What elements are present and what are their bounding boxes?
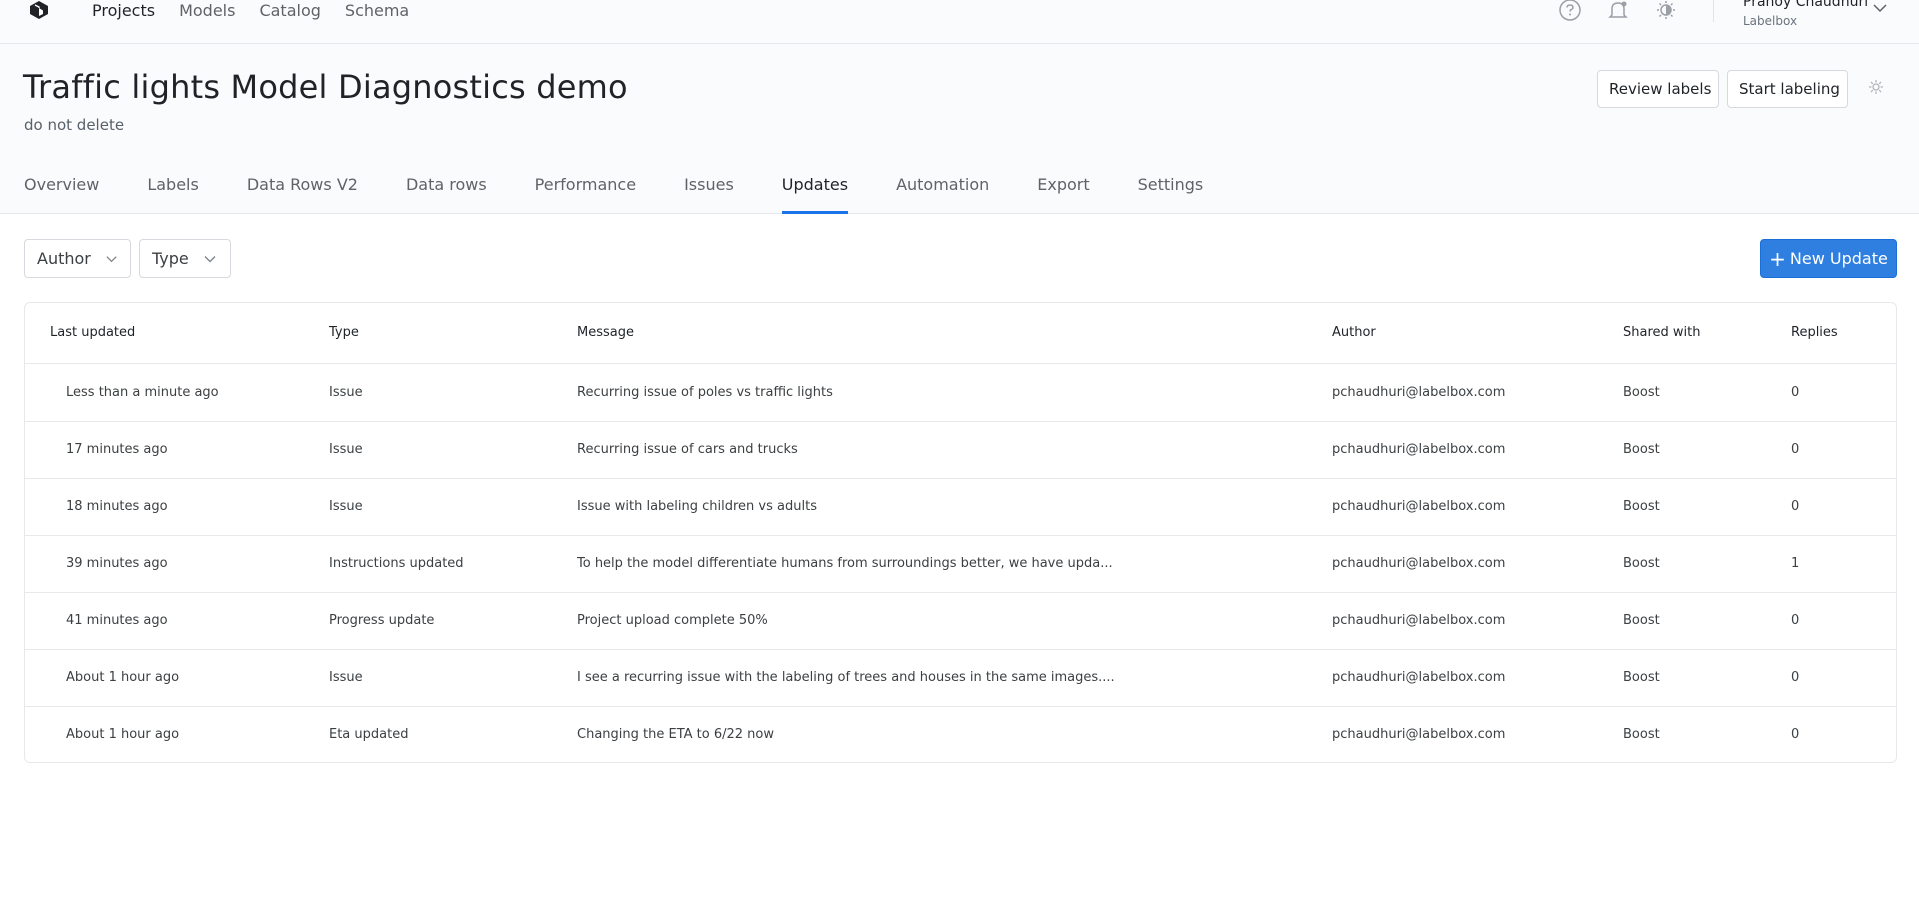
- type-filter-label: Type: [152, 249, 189, 268]
- column-header-message[interactable]: Message: [577, 325, 634, 340]
- table-header: Last updated Type Message Author Shared …: [25, 303, 1896, 364]
- cell-last-updated: About 1 hour ago: [66, 670, 180, 685]
- cell-last-updated: About 1 hour ago: [66, 727, 180, 742]
- table-row[interactable]: 18 minutes ago Issue Issue with labeling…: [25, 479, 1896, 536]
- topbar-divider: [1713, 0, 1714, 22]
- tab-data-rows[interactable]: Data rows: [406, 170, 487, 214]
- cell-last-updated: 17 minutes ago: [66, 442, 168, 457]
- help-icon[interactable]: [1558, 0, 1582, 22]
- user-name[interactable]: Pranoy Chaudhuri: [1743, 0, 1868, 10]
- cell-replies: 0: [1791, 385, 1800, 400]
- cell-shared-with: Boost: [1623, 442, 1660, 457]
- cell-author: pchaudhuri@labelbox.com: [1332, 556, 1506, 571]
- cell-message: To help the model differentiate humans f…: [577, 556, 1113, 571]
- author-filter-label: Author: [37, 249, 91, 268]
- cell-shared-with: Boost: [1623, 670, 1660, 685]
- table-row[interactable]: 17 minutes ago Issue Recurring issue of …: [25, 422, 1896, 479]
- tab-overview[interactable]: Overview: [24, 170, 99, 214]
- updates-table: Last updated Type Message Author Shared …: [24, 302, 1897, 763]
- cell-replies: 0: [1791, 442, 1800, 457]
- cell-last-updated: 39 minutes ago: [66, 556, 168, 571]
- cell-type: Issue: [329, 670, 363, 685]
- table-row[interactable]: 41 minutes ago Progress update Project u…: [25, 593, 1896, 650]
- labelbox-logo-icon[interactable]: [27, 0, 51, 22]
- nav-models[interactable]: Models: [179, 0, 235, 22]
- column-header-replies[interactable]: Replies: [1791, 325, 1838, 340]
- author-filter-dropdown[interactable]: Author: [24, 239, 131, 278]
- nav-projects[interactable]: Projects: [92, 0, 155, 22]
- cell-replies: 0: [1791, 727, 1800, 742]
- page-title: Traffic lights Model Diagnostics demo: [23, 68, 628, 106]
- tab-data-rows-v2[interactable]: Data Rows V2: [247, 170, 358, 214]
- cell-type: Progress update: [329, 613, 435, 628]
- cell-type: Issue: [329, 442, 363, 457]
- tab-updates[interactable]: Updates: [781, 170, 849, 214]
- type-filter-dropdown[interactable]: Type: [139, 239, 231, 278]
- cell-shared-with: Boost: [1623, 499, 1660, 514]
- cell-shared-with: Boost: [1623, 385, 1660, 400]
- cell-shared-with: Boost: [1623, 556, 1660, 571]
- table-row[interactable]: 39 minutes ago Instructions updated To h…: [25, 536, 1896, 593]
- tab-export[interactable]: Export: [1037, 170, 1089, 214]
- tab-settings[interactable]: Settings: [1138, 170, 1204, 214]
- cell-author: pchaudhuri@labelbox.com: [1332, 613, 1506, 628]
- column-header-type[interactable]: Type: [329, 325, 359, 340]
- new-update-button[interactable]: + New Update: [1760, 239, 1897, 278]
- column-header-last-updated[interactable]: Last updated: [50, 325, 135, 340]
- cell-message: Project upload complete 50%: [577, 613, 768, 628]
- primary-nav: Projects Models Catalog Schema: [92, 0, 433, 22]
- theme-toggle-icon[interactable]: [1654, 0, 1678, 22]
- cell-message: Changing the ETA to 6/22 now: [577, 727, 774, 742]
- cell-author: pchaudhuri@labelbox.com: [1332, 727, 1506, 742]
- tab-performance[interactable]: Performance: [535, 170, 636, 214]
- cell-message: Issue with labeling children vs adults: [577, 499, 817, 514]
- cell-replies: 0: [1791, 613, 1800, 628]
- cell-author: pchaudhuri@labelbox.com: [1332, 670, 1506, 685]
- chevron-down-icon[interactable]: [1872, 2, 1888, 14]
- column-header-author[interactable]: Author: [1332, 325, 1376, 340]
- chevron-down-icon: [204, 255, 216, 262]
- cell-author: pchaudhuri@labelbox.com: [1332, 442, 1506, 457]
- plus-icon: +: [1769, 246, 1786, 271]
- project-tabs: Overview Labels Data Rows V2 Data rows P…: [24, 170, 1251, 214]
- cell-type: Issue: [329, 385, 363, 400]
- cell-last-updated: 18 minutes ago: [66, 499, 168, 514]
- nav-schema[interactable]: Schema: [345, 0, 409, 22]
- review-labels-button[interactable]: Review labels: [1597, 70, 1719, 108]
- cell-last-updated: 41 minutes ago: [66, 613, 168, 628]
- tab-issues[interactable]: Issues: [684, 170, 734, 214]
- cell-message: Recurring issue of poles vs traffic ligh…: [577, 385, 833, 400]
- cell-type: Issue: [329, 499, 363, 514]
- start-labeling-button[interactable]: Start labeling: [1727, 70, 1848, 108]
- notifications-bell-icon[interactable]: [1606, 0, 1630, 22]
- chevron-down-icon: [106, 255, 117, 262]
- project-header: Traffic lights Model Diagnostics demo do…: [0, 44, 1919, 214]
- table-row[interactable]: About 1 hour ago Eta updated Changing th…: [25, 707, 1896, 764]
- cell-replies: 1: [1791, 556, 1800, 571]
- cell-author: pchaudhuri@labelbox.com: [1332, 385, 1506, 400]
- cell-replies: 0: [1791, 670, 1800, 685]
- column-header-shared-with[interactable]: Shared with: [1623, 325, 1700, 340]
- gear-icon[interactable]: [1868, 79, 1884, 95]
- cell-shared-with: Boost: [1623, 727, 1660, 742]
- table-row[interactable]: Less than a minute ago Issue Recurring i…: [25, 365, 1896, 422]
- cell-message: Recurring issue of cars and trucks: [577, 442, 798, 457]
- tab-labels[interactable]: Labels: [147, 170, 199, 214]
- cell-last-updated: Less than a minute ago: [66, 385, 219, 400]
- new-update-label: New Update: [1789, 249, 1888, 268]
- nav-catalog[interactable]: Catalog: [259, 0, 320, 22]
- cell-replies: 0: [1791, 499, 1800, 514]
- top-navigation-bar: Projects Models Catalog Schema Pranoy Ch…: [0, 0, 1919, 44]
- cell-type: Eta updated: [329, 727, 409, 742]
- table-row[interactable]: About 1 hour ago Issue I see a recurring…: [25, 650, 1896, 707]
- tab-automation[interactable]: Automation: [896, 170, 989, 214]
- cell-type: Instructions updated: [329, 556, 464, 571]
- cell-shared-with: Boost: [1623, 613, 1660, 628]
- project-description: do not delete: [24, 116, 125, 134]
- user-organization: Labelbox: [1743, 14, 1798, 28]
- cell-author: pchaudhuri@labelbox.com: [1332, 499, 1506, 514]
- cell-message: I see a recurring issue with the labelin…: [577, 670, 1115, 685]
